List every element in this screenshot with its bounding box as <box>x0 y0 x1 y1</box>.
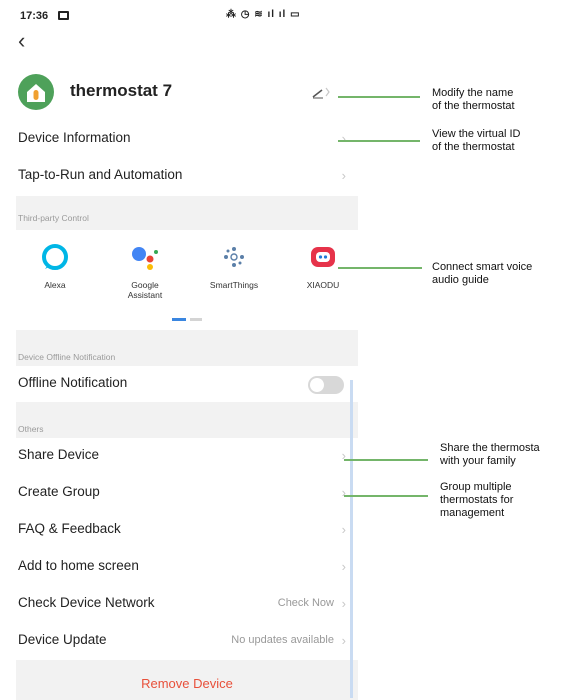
row-label: Check Device Network <box>18 595 155 610</box>
chevron-right-icon: › <box>341 596 346 611</box>
chevron-right-icon: › <box>341 559 346 574</box>
device-header[interactable]: thermostat 7 <box>16 72 358 112</box>
annotation-text: thermostats for <box>440 494 514 506</box>
faq-feedback-row[interactable]: FAQ & Feedback › <box>16 512 358 548</box>
status-icons: ⁂ ◷ ≋ ıl ıl ▭ <box>226 9 301 20</box>
status-time: 17:36 <box>20 10 49 22</box>
row-label: Device Information <box>18 130 131 145</box>
third-party-section-header: Third-party Control <box>16 196 358 230</box>
tap-to-run-row[interactable]: Tap-to-Run and Automation › <box>16 158 358 194</box>
google-label-line1: Google <box>131 280 159 290</box>
section-title: Device Offline Notification <box>18 352 116 362</box>
annotation-text: Connect smart voice <box>432 261 533 273</box>
section-title: Third-party Control <box>18 213 89 223</box>
offline-section-header: Device Offline Notification <box>16 330 358 366</box>
annotation-line <box>344 459 428 461</box>
xiaodu-label: XIAODU <box>306 280 340 290</box>
pager-dot-active <box>172 318 186 321</box>
alexa-icon <box>40 242 70 272</box>
row-label: Tap-to-Run and Automation <box>18 167 183 182</box>
edit-pencil-icon[interactable] <box>312 85 332 99</box>
chevron-right-icon: › <box>341 168 346 183</box>
google-assistant-label: Google Assistant <box>110 280 180 300</box>
smartthings-label: SmartThings <box>209 280 259 290</box>
alexa-item[interactable]: Alexa <box>20 242 90 290</box>
share-device-row[interactable]: Share Device › <box>16 438 358 474</box>
smartthings-icon <box>219 242 249 272</box>
xiaodu-item[interactable]: XIAODU <box>288 242 358 290</box>
smartthings-item[interactable]: SmartThings <box>199 242 269 290</box>
chevron-right-icon: › <box>341 633 346 648</box>
remove-device-button[interactable]: Remove Device <box>16 676 358 691</box>
annotation-text: Group multiple <box>440 481 512 493</box>
row-label: FAQ & Feedback <box>18 521 121 536</box>
device-update-row[interactable]: Device Update No updates available › <box>16 623 358 659</box>
create-group-row[interactable]: Create Group › <box>16 475 358 511</box>
annotation-line <box>338 140 420 142</box>
row-label: Add to home screen <box>18 558 139 573</box>
annotation-virtual-id: View the virtual ID of the thermostat <box>432 128 520 154</box>
screen-record-icon <box>58 11 69 20</box>
annotation-text: management <box>440 507 505 519</box>
google-assistant-item[interactable]: Google Assistant <box>110 242 180 300</box>
update-status-value: No updates available <box>231 634 334 646</box>
annotation-group: Group multiple thermostats for managemen… <box>440 481 513 520</box>
annotation-line <box>338 96 420 98</box>
google-label-line2: Assistant <box>127 290 163 300</box>
alexa-label: Alexa <box>44 280 66 290</box>
section-title: Others <box>18 424 44 434</box>
row-label: Share Device <box>18 447 100 462</box>
annotation-text: Modify the name <box>432 87 514 99</box>
device-name: thermostat 7 <box>70 81 173 100</box>
annotation-voice: Connect smart voice audio guide <box>432 261 532 287</box>
annotation-text: audio guide <box>432 274 489 286</box>
add-home-screen-row[interactable]: Add to home screen › <box>16 549 358 585</box>
annotation-text: View the virtual ID <box>432 128 521 140</box>
others-section-header: Others <box>16 402 358 438</box>
annotation-text: of the thermostat <box>432 100 515 112</box>
chevron-right-icon: › <box>341 448 346 463</box>
scrollbar[interactable] <box>350 380 353 698</box>
chevron-right-icon: › <box>341 131 346 146</box>
check-now-value: Check Now <box>277 597 334 609</box>
phone-screen: 17:36 ⁂ ◷ ≋ ıl ıl ▭ ‹ thermostat 7 Devic… <box>16 0 358 700</box>
xiaodu-icon <box>308 242 338 272</box>
toggle-knob <box>310 378 324 392</box>
row-label: Create Group <box>18 484 100 499</box>
device-information-row[interactable]: Device Information › <box>16 121 358 157</box>
back-chevron-icon[interactable]: ‹ <box>18 30 42 54</box>
chevron-right-icon: › <box>341 485 346 500</box>
annotation-share: Share the thermosta with your family <box>440 442 540 468</box>
annotation-text: Share the thermosta <box>440 442 540 454</box>
row-label: Device Update <box>18 632 107 647</box>
check-device-network-row[interactable]: Check Device Network Check Now › <box>16 586 358 622</box>
row-label: Offline Notification <box>18 375 128 390</box>
third-party-control-panel: Alexa Google Assistant SmartThings XIAOD… <box>16 230 358 330</box>
annotation-text: of the thermostat <box>432 141 515 153</box>
offline-notification-row: Offline Notification <box>16 366 358 402</box>
annotation-text: with your family <box>440 455 516 467</box>
annotation-line <box>338 267 422 269</box>
annotation-modify-name: Modify the name of the thermostat <box>432 87 515 113</box>
google-assistant-icon <box>130 242 160 272</box>
annotation-line <box>344 495 428 497</box>
thermostat-home-icon <box>18 74 54 110</box>
offline-notification-toggle[interactable] <box>308 376 344 394</box>
status-bar: 17:36 ⁂ ◷ ≋ ıl ıl ▭ <box>16 8 358 28</box>
chevron-right-icon: › <box>341 522 346 537</box>
pager-dot-inactive <box>190 318 202 321</box>
